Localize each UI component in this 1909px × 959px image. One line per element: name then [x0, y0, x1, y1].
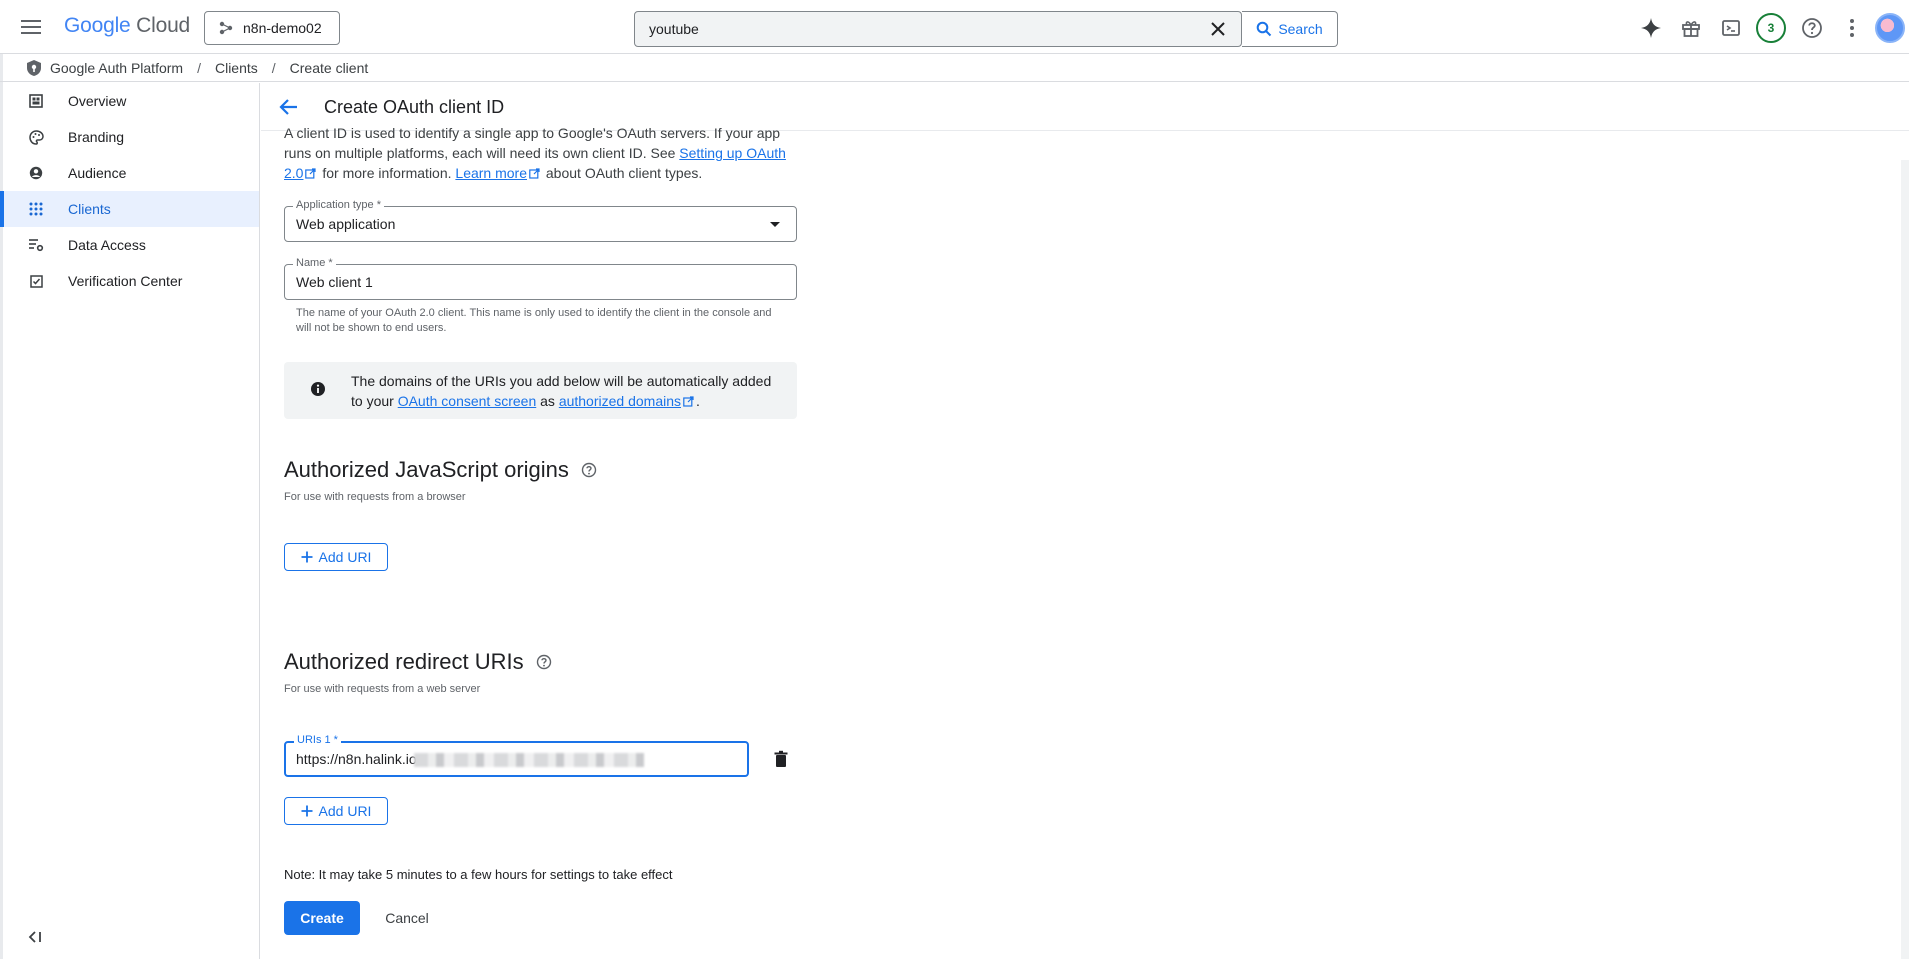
- info-text: The domains of the URIs you add below wi…: [351, 371, 781, 411]
- sidebar-item-audience[interactable]: Audience: [0, 155, 259, 191]
- search-input[interactable]: [649, 12, 1169, 46]
- external-link-icon: [305, 168, 317, 179]
- name-field[interactable]: Name * Web client 1: [284, 257, 797, 300]
- checkbox-icon: [28, 273, 44, 289]
- gift-icon[interactable]: [1677, 14, 1705, 42]
- add-js-origin-uri-button[interactable]: Add URI: [284, 543, 388, 571]
- breadcrumb-clients[interactable]: Clients: [215, 60, 258, 76]
- logo-google: Google: [64, 14, 131, 37]
- redacted-uri-blur: [414, 753, 644, 767]
- avatar: [1875, 13, 1905, 43]
- info-text-part: as: [536, 393, 559, 409]
- redirect-uri-1-field[interactable]: URIs 1 *: [284, 734, 749, 777]
- delete-trash-icon[interactable]: [771, 749, 791, 769]
- palette-icon: [28, 129, 44, 145]
- info-text-part: .: [696, 393, 700, 409]
- dashboard-icon: [28, 93, 44, 109]
- sidebar-item-branding[interactable]: Branding: [0, 119, 259, 155]
- project-icon: [219, 21, 233, 35]
- sidebar-item-label: Verification Center: [68, 273, 183, 289]
- collapse-sidebar-icon[interactable]: [26, 927, 46, 947]
- learn-more-link[interactable]: Learn more: [455, 165, 527, 181]
- add-uri-label: Add URI: [318, 803, 372, 819]
- search-button[interactable]: Search: [1242, 11, 1338, 47]
- breadcrumb-separator: /: [271, 59, 276, 76]
- cloud-shell-terminal-icon[interactable]: [1717, 14, 1745, 42]
- project-name: n8n-demo02: [243, 20, 322, 36]
- sidebar-item-verification-center[interactable]: Verification Center: [0, 263, 259, 299]
- redirect-uri-1-input[interactable]: [296, 751, 416, 767]
- breadcrumb: Google Auth Platform / Clients / Create …: [0, 54, 1909, 82]
- add-uri-label: Add URI: [318, 549, 372, 565]
- person-icon: [28, 165, 44, 181]
- back-arrow-icon[interactable]: [277, 95, 301, 119]
- breadcrumb-auth-platform[interactable]: Google Auth Platform: [50, 60, 183, 76]
- sidebar-item-label: Overview: [68, 93, 127, 109]
- js-origins-title-text: Authorized JavaScript origins: [284, 457, 569, 482]
- sidebar-item-label: Clients: [68, 201, 111, 217]
- page-title: Create OAuth client ID: [324, 97, 505, 117]
- js-origins-title: Authorized JavaScript origins: [284, 457, 597, 483]
- sidebar-item-overview[interactable]: Overview: [0, 83, 259, 119]
- more-options-icon[interactable]: [1838, 14, 1866, 42]
- oauth-consent-screen-link[interactable]: OAuth consent screen: [398, 393, 537, 409]
- sidebar-item-label: Data Access: [68, 237, 146, 253]
- cancel-button[interactable]: Cancel: [372, 901, 442, 935]
- external-link-icon: [683, 396, 694, 407]
- google-cloud-logo[interactable]: Google Cloud: [64, 14, 190, 38]
- breadcrumb-create-client: Create client: [289, 59, 369, 76]
- intro-text-part: for more information.: [318, 165, 456, 181]
- sidebar-item-label: Audience: [68, 165, 127, 181]
- help-circle-icon[interactable]: [536, 654, 552, 670]
- sidebar: Overview Branding Audience Clients Data …: [0, 83, 260, 959]
- shield-icon: [27, 59, 41, 76]
- search-button-label: Search: [1278, 21, 1323, 37]
- name-helper-text: The name of your OAuth 2.0 client. This …: [296, 307, 772, 334]
- domains-info-box: The domains of the URIs you add below wi…: [284, 362, 797, 419]
- dropdown-arrow-icon: [770, 222, 780, 227]
- create-button[interactable]: Create: [284, 901, 360, 935]
- js-origins-subtitle: For use with requests from a browser: [284, 491, 466, 503]
- top-bar: Google Cloud n8n-demo02 Search 3: [0, 0, 1909, 54]
- account-avatar[interactable]: [1874, 12, 1906, 44]
- breadcrumb-separator: /: [197, 59, 201, 76]
- apps-grid-icon: [28, 201, 44, 217]
- search-icon: [1257, 21, 1272, 37]
- clear-search-icon[interactable]: [1209, 20, 1227, 38]
- sidebar-item-clients[interactable]: Clients: [0, 191, 259, 227]
- sidebar-item-label: Branding: [68, 129, 125, 145]
- page-scrollbar[interactable]: [1901, 160, 1909, 959]
- intro-text-part: about OAuth client types.: [542, 165, 703, 181]
- info-icon: [311, 382, 325, 396]
- application-type-label: Application type *: [293, 199, 384, 211]
- intro-text: A client ID is used to identify a single…: [284, 123, 804, 183]
- add-redirect-uri-button[interactable]: Add URI: [284, 797, 388, 825]
- name-value: Web client 1: [296, 274, 373, 290]
- plus-icon: [301, 551, 313, 563]
- help-icon[interactable]: [1798, 14, 1826, 42]
- name-label: Name *: [293, 257, 336, 269]
- logo-cloud: Cloud: [136, 14, 191, 37]
- application-type-select[interactable]: Application type * Web application: [284, 199, 797, 242]
- data-access-icon: [28, 237, 44, 253]
- help-circle-icon[interactable]: [581, 462, 597, 478]
- redirect-uri-1-label: URIs 1 *: [294, 734, 341, 746]
- application-type-value: Web application: [296, 216, 396, 232]
- search-box: [634, 11, 1242, 47]
- settings-note: Note: It may take 5 minutes to a few hou…: [284, 867, 673, 882]
- sidebar-item-data-access[interactable]: Data Access: [0, 227, 259, 263]
- redirect-uris-title: Authorized redirect URIs: [284, 649, 552, 675]
- notifications-badge[interactable]: 3: [1755, 12, 1787, 44]
- external-link-icon: [529, 168, 540, 179]
- main-menu-icon[interactable]: [18, 14, 44, 40]
- authorized-domains-link[interactable]: authorized domains: [559, 393, 681, 409]
- redirect-uris-title-text: Authorized redirect URIs: [284, 649, 524, 674]
- plus-icon: [301, 805, 313, 817]
- main-content: Create OAuth client ID A client ID is us…: [261, 83, 1909, 959]
- project-picker-button[interactable]: n8n-demo02: [204, 11, 340, 45]
- notification-count: 3: [1756, 13, 1786, 43]
- redirect-uris-subtitle: For use with requests from a web server: [284, 683, 481, 695]
- gemini-sparkle-icon[interactable]: [1637, 14, 1665, 42]
